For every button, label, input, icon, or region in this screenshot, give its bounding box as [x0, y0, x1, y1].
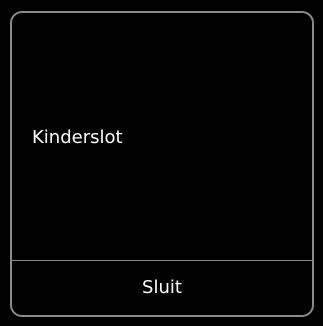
child-lock-dialog: Kinderslot Sluit [10, 11, 314, 317]
dialog-message: Kinderslot [32, 127, 123, 148]
dialog-body: Kinderslot [12, 13, 312, 260]
close-button[interactable]: Sluit [12, 261, 312, 315]
